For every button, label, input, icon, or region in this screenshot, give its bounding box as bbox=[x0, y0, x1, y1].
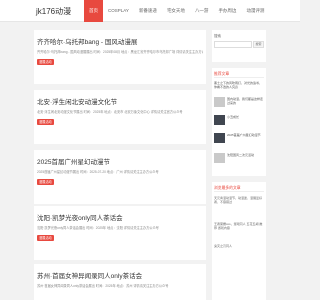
recommended-articles: 推荐文章 黑土之下的风吹雨打，对光的追寻，你看不透的人究竟 国内动漫，我们都是这… bbox=[212, 68, 266, 176]
most-viewed-item[interactable]: 天元青漫动漫节，动漫迷、漫展爱好者、不容错过 bbox=[214, 196, 264, 204]
recommended-item[interactable]: 小丑成长 bbox=[214, 114, 264, 126]
nav-reviews[interactable]: 动漫评测 bbox=[241, 0, 269, 22]
post-card: 沈阳·凯梦光夜only同人茶话会 沈阳·凯梦光夜only同人茶话会展出 时间：2… bbox=[34, 206, 206, 260]
recommended-item[interactable]: 黑土之下的风吹雨打，对光的追寻，你看不透的人究竟 bbox=[214, 80, 264, 92]
main-nav: 首页 COSPLAY 新番速递 宅女天地 八一游 手办周边 动漫评测 bbox=[84, 0, 269, 22]
post-card: 苏州·首届女神异闻录同人only茶话会 苏州·首届女神异闻录同人only茶话会展… bbox=[34, 264, 206, 300]
recommended-thumbnail[interactable] bbox=[214, 133, 225, 143]
post-title[interactable]: 2025首届广州星幻动漫节 bbox=[37, 156, 110, 166]
most-viewed-item[interactable]: 鬼灭之刃同人 bbox=[214, 244, 264, 248]
post-card: 北安·浮生闲北安动漫文化节 北安·浮生闲北安动漫文化节展出 时间：2025年 地… bbox=[34, 90, 206, 144]
post-category-badge[interactable]: 漫展活动 bbox=[37, 179, 54, 185]
nav-bayi[interactable]: 八一游 bbox=[190, 0, 214, 22]
recommended-thumbnail[interactable] bbox=[214, 153, 225, 163]
post-category-badge[interactable]: 漫展活动 bbox=[37, 235, 54, 241]
post-title[interactable]: 沈阳·凯梦光夜only同人茶话会 bbox=[37, 212, 123, 222]
recommended-title[interactable]: 小丑成长 bbox=[227, 115, 264, 119]
search-input[interactable] bbox=[214, 41, 252, 48]
post-category-badge[interactable]: 漫展活动 bbox=[37, 59, 54, 65]
site-logo[interactable]: jk176动漫 bbox=[36, 6, 71, 17]
post-excerpt: 沈阳·凯梦光夜only同人茶话会展出 时间：2025年 地点：沈阳 详情请关注主… bbox=[37, 226, 159, 230]
search-button[interactable]: 搜索 bbox=[253, 41, 264, 48]
nav-figures[interactable]: 手办周边 bbox=[213, 0, 241, 22]
nav-cosplay[interactable]: COSPLAY bbox=[103, 0, 134, 22]
recommended-item[interactable]: 2025首届广州星幻动漫节 bbox=[214, 132, 264, 144]
post-card: 齐齐哈尔·乌托邦bang - 国风动漫展 齐齐哈尔·乌托邦bang - 国风动漫… bbox=[34, 30, 206, 84]
search-heading: 搜索 bbox=[214, 34, 221, 38]
recommended-title[interactable]: 沈阳国风二次元活动 bbox=[227, 153, 264, 157]
most-viewed-articles: 浏览最多的文章 天元青漫动漫节，动漫迷、漫展爱好者、不容错过 王者荣耀cos，游… bbox=[212, 182, 266, 300]
post-card: 2025首届广州星幻动漫节 2025首届广州星幻动漫节展出 时间：2025-07… bbox=[34, 150, 206, 204]
recommended-thumbnail[interactable] bbox=[214, 115, 225, 125]
post-excerpt: 2025首届广州星幻动漫节展出 时间：2025-07-20 地点：广州 详情请关… bbox=[37, 170, 159, 174]
divider bbox=[214, 77, 264, 78]
post-title[interactable]: 北安·浮生闲北安动漫文化节 bbox=[37, 96, 117, 106]
search-widget: 搜索 搜索 bbox=[212, 30, 266, 62]
nav-otaku-girls[interactable]: 宅女天地 bbox=[162, 0, 190, 22]
post-excerpt: 苏州·首届女神异闻录同人only茶话会展出 时间：2025年 地点：苏州 详情请… bbox=[37, 284, 169, 288]
recommended-thumbnail[interactable] bbox=[214, 97, 225, 107]
recommended-title[interactable]: 2025首届广州星幻动漫节 bbox=[227, 133, 264, 137]
nav-home[interactable]: 首页 bbox=[84, 0, 103, 22]
recommended-item[interactable]: 沈阳国风二次元活动 bbox=[214, 152, 264, 164]
post-category-badge[interactable]: 漫展活动 bbox=[37, 119, 54, 125]
recommended-title[interactable]: 国内动漫，我们都是这样走过来的 bbox=[227, 97, 264, 105]
recommended-item[interactable]: 国内动漫，我们都是这样走过来的 bbox=[214, 96, 264, 108]
divider bbox=[214, 191, 264, 192]
site-header: jk176动漫 首页 COSPLAY 新番速递 宅女天地 八一游 手办周边 动漫… bbox=[0, 0, 300, 22]
post-excerpt: 北安·浮生闲北安动漫文化节展出 时间：2025年 地点：北安市 北安万象文化中心… bbox=[37, 110, 183, 114]
recommended-title[interactable]: 黑土之下的风吹雨打，对光的追寻，你看不透的人究竟 bbox=[214, 81, 264, 89]
most-viewed-item[interactable]: 王者荣耀cos，游戏同人 五花五胡 推荐 游戏内容 bbox=[214, 222, 264, 230]
nav-new-anime[interactable]: 新番速递 bbox=[134, 0, 162, 22]
post-excerpt: 齐齐哈尔·乌托邦bang - 国风动漫展展出 时间：2025年08月 地点：黑龙… bbox=[37, 50, 203, 54]
post-title[interactable]: 苏州·首届女神异闻录同人only茶话会 bbox=[37, 270, 142, 280]
post-title[interactable]: 齐齐哈尔·乌托邦bang - 国风动漫展 bbox=[37, 36, 137, 46]
